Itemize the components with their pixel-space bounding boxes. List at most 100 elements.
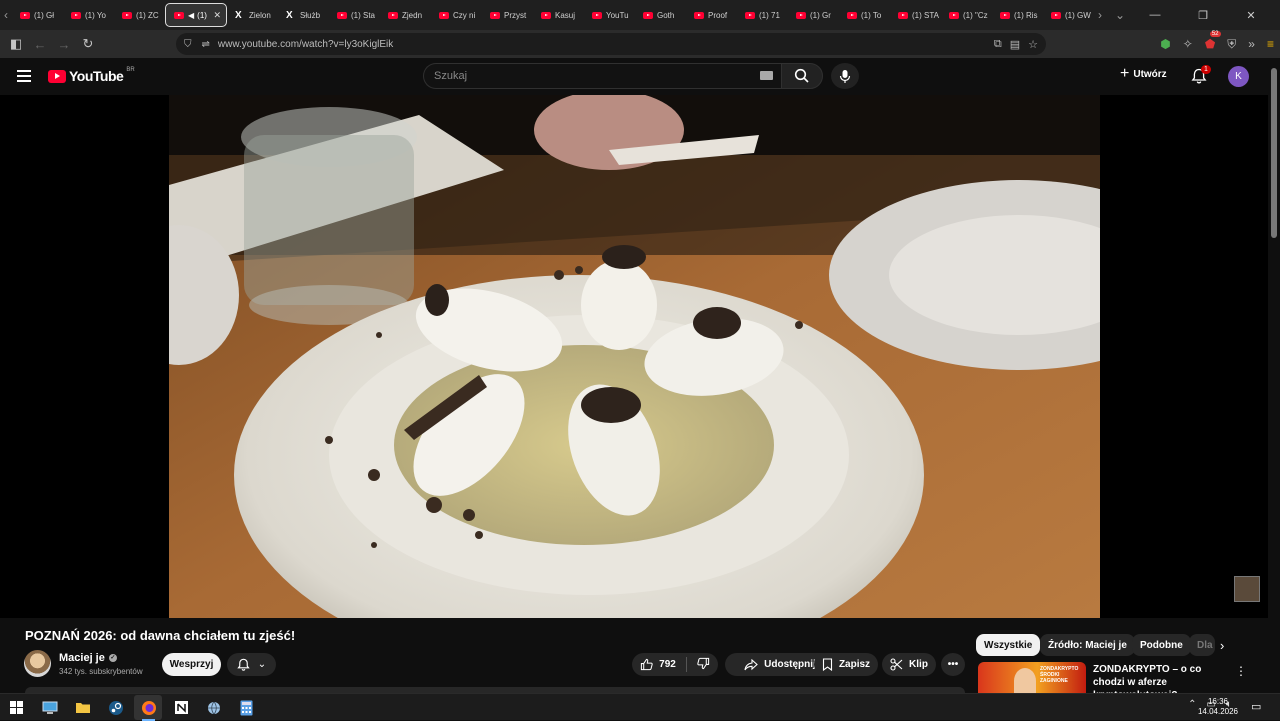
create-button[interactable]: + Utwórz [1120,66,1167,82]
shield-extension-icon[interactable]: ⛨ [1227,37,1236,52]
chip-similar[interactable]: Podobne [1132,634,1191,656]
browser-tab[interactable]: Kasuj [533,3,584,27]
site-settings-icon[interactable]: ⇌ [202,39,210,50]
browser-tab-strip: ‹ (1) Gł (1) Yo (1) ZC ◀ (1) ✕ X Zielon X Służb(… [0,0,1280,30]
browser-tab[interactable]: Proof [686,3,737,27]
browser-tab[interactable]: YouTu [584,3,635,27]
open-in-app-icon[interactable]: ⧉ [994,38,1002,51]
related-more-icon[interactable]: ⋮ [1235,664,1247,678]
calculator-icon[interactable] [237,698,256,717]
firefox-icon[interactable] [139,698,158,721]
dislike-button[interactable] [697,657,710,673]
clip-button[interactable]: Klip [882,653,936,676]
channel-watermark[interactable] [1234,576,1260,602]
speaker-icon[interactable]: ◀ [188,11,194,20]
notification-badge: 1 [1201,65,1211,74]
file-explorer-icon[interactable] [73,698,92,717]
close-tab-icon[interactable]: ✕ [213,10,221,21]
forward-icon[interactable]: → [52,37,76,52]
extension-badge: 52 [1209,31,1221,37]
save-label: Zapisz [838,659,871,670]
browser-tab[interactable]: Przyst [482,3,533,27]
youtube-logo[interactable]: YouTube BR [48,67,135,84]
browser-tab-active[interactable]: ◀ (1) ✕ [165,3,227,27]
youtube-icon [439,11,449,19]
back-icon[interactable]: ← [28,37,52,52]
youtube-icon [592,11,602,19]
menu-icon[interactable] [17,70,31,85]
keyboard-icon[interactable] [760,71,773,80]
extensions-puzzle-icon[interactable]: ✧ [1183,37,1193,51]
notification-center-icon[interactable]: ▭ [1251,700,1261,713]
bookmark-star-icon[interactable]: ☆ [1028,38,1038,51]
minimize-icon[interactable]: — [1138,9,1172,21]
account-avatar[interactable]: K [1228,66,1249,87]
adblock-extension-icon[interactable]: ⬟ 52 [1205,31,1221,51]
browser-tab[interactable]: (1) "Cz [941,3,992,27]
tab-list-dropdown-icon[interactable]: ⌄ [1114,0,1126,30]
support-button[interactable]: Wesprzyj [162,653,221,676]
video-player[interactable] [0,95,1268,618]
youtube-icon [796,11,806,19]
scrollbar-thumb[interactable] [1271,68,1277,238]
search-button[interactable] [781,63,823,89]
channel-avatar[interactable] [24,650,51,677]
browser-tab[interactable]: Goth [635,3,686,27]
notifications-button[interactable]: 1 [1191,65,1211,86]
video-frame[interactable] [169,95,1100,618]
browser-tab[interactable]: (1) Ris [992,3,1043,27]
notion-icon[interactable] [172,698,191,717]
browser-tab[interactable]: (1) Yo [63,3,114,27]
address-bar[interactable]: ⛉ ⇌ www.youtube.com/watch?v=ly3oKiglEik … [176,33,1046,55]
channel-name[interactable]: Maciej je [59,652,105,664]
windows-start-icon[interactable] [7,698,26,717]
restore-icon[interactable]: ❐ [1186,9,1220,22]
more-actions-button[interactable]: ••• [941,653,965,676]
browser-tab[interactable]: (1) GW [1043,3,1094,27]
thumbnail-face [1014,668,1036,694]
like-button[interactable]: 792 [640,658,676,671]
system-clock[interactable]: 16:36 14.04.2026 [1196,697,1240,717]
subscription-bell-button[interactable]: ⌄ [227,653,276,676]
close-window-icon[interactable]: ✕ [1234,9,1268,22]
browser-tab[interactable]: X Zielon [227,3,278,27]
chips-next-icon[interactable]: › [1220,638,1224,653]
computer-icon[interactable] [40,698,59,717]
create-label: Utwórz [1133,68,1167,80]
related-video-thumbnail[interactable]: ZONDAKRYPTO ŚRODKI ZAGINIONE [978,662,1086,694]
youtube-icon [490,11,500,19]
browser-tab[interactable]: (1) Gr [788,3,839,27]
chip-all[interactable]: Wszystkie [976,634,1041,656]
bell-outline-icon [237,658,250,671]
browser-tab[interactable]: X Służb [278,3,329,27]
browser-tab[interactable]: (1) 71 [737,3,788,27]
verified-icon: ✓ [108,653,117,662]
tab-scroll-left-icon[interactable]: ‹ [0,0,12,30]
browser-menu-icon[interactable]: ≡ [1267,37,1274,51]
steam-icon[interactable] [106,698,125,717]
browser-tab[interactable]: Zjedn [380,3,431,27]
sidebar-toggle-icon[interactable]: ◧ [4,36,28,52]
page-scrollbar[interactable] [1268,58,1280,688]
video-frame-image [169,95,1100,618]
browser-tab[interactable]: (1) To [839,3,890,27]
chip-for-you[interactable]: Dla [1189,634,1215,656]
tab-scroll-right-icon[interactable]: › [1094,0,1106,30]
reader-mode-icon[interactable]: ▤ [1010,38,1020,51]
chip-from-channel[interactable]: Źródło: Maciej je [1040,634,1135,656]
save-button[interactable]: Zapisz [814,653,878,676]
browser-tab[interactable]: (1) ZC [114,3,165,27]
voice-search-button[interactable] [831,63,859,89]
browser-tab[interactable]: (1) STA [890,3,941,27]
browser-tab[interactable]: (1) Gł [12,3,63,27]
more-tools-icon[interactable]: » [1248,37,1255,51]
channel-info[interactable]: Maciej je ✓ 342 tys. subskrybentów [24,650,143,677]
browser-tab[interactable]: (1) Sta [329,3,380,27]
browser-tab[interactable]: Czy ni [431,3,482,27]
search-input[interactable] [423,63,781,89]
clock-date: 14.04.2026 [1197,707,1239,716]
vpn-extension-icon[interactable]: ⬢ [1160,37,1170,51]
network-app-icon[interactable] [204,698,223,717]
site-shield-icon[interactable]: ⛉ [184,39,192,50]
reload-icon[interactable]: ↻ [76,36,100,52]
